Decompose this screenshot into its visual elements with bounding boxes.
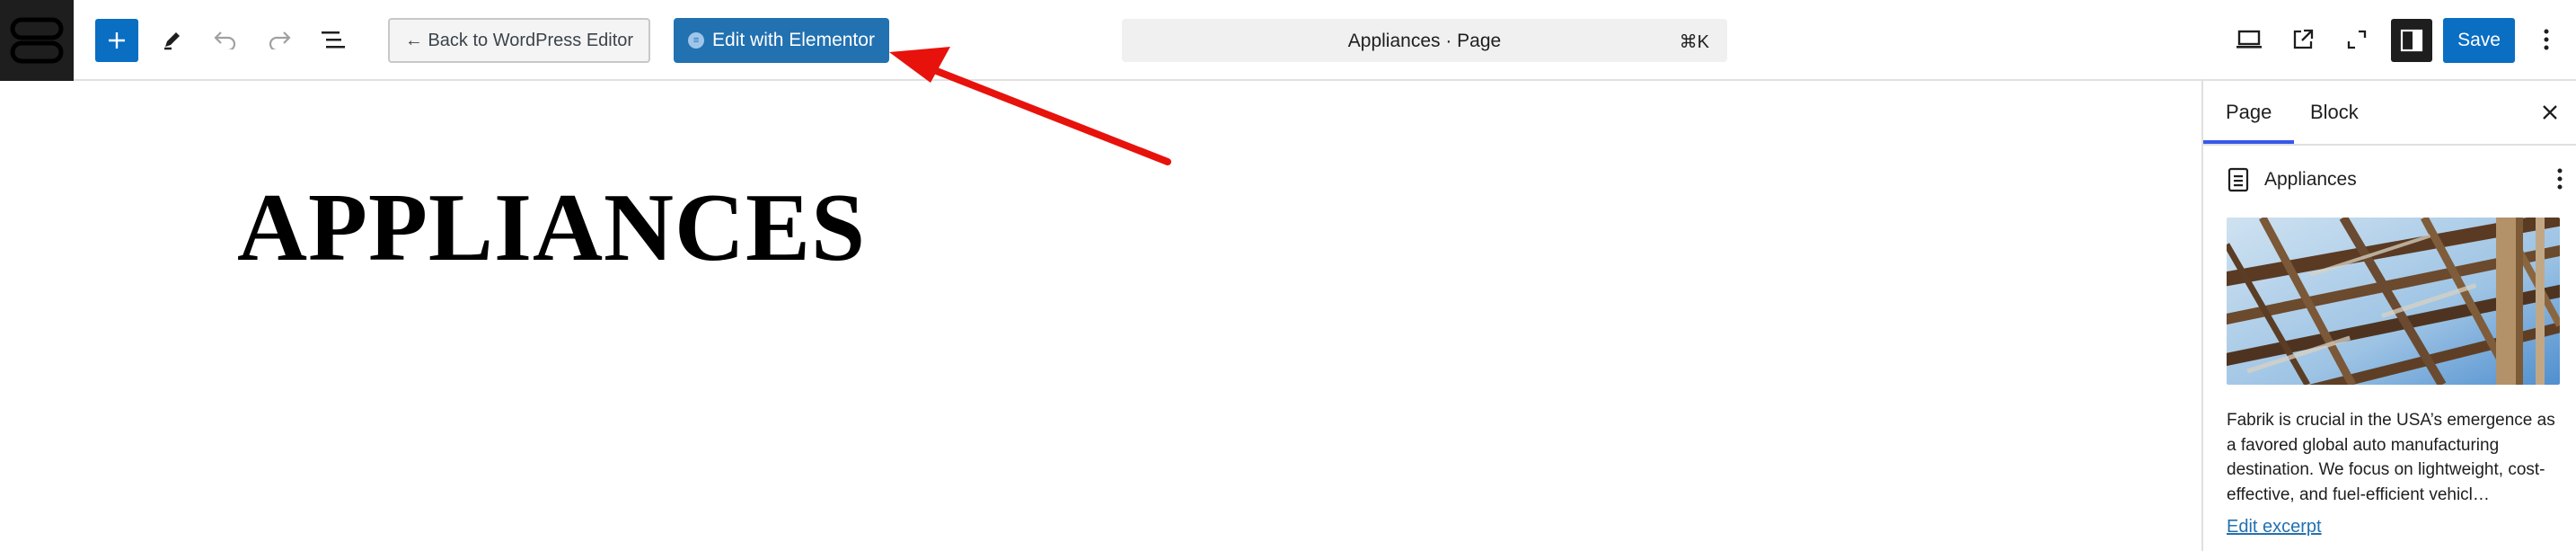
pencil-icon	[164, 32, 180, 50]
redo-button[interactable]	[259, 19, 300, 60]
editor-header: ← Back to WordPress Editor ≡ Edit with E…	[0, 0, 2576, 81]
undo-icon	[214, 31, 236, 49]
featured-image[interactable]	[2227, 218, 2560, 385]
document-options-button[interactable]	[2556, 167, 2563, 195]
redo-icon	[269, 31, 291, 49]
sidebar-toggle-icon	[2400, 29, 2423, 52]
save-button[interactable]: Save	[2443, 18, 2515, 63]
options-menu-button[interactable]	[2526, 19, 2567, 60]
device-preview-button[interactable]	[2228, 19, 2270, 60]
edit-with-elementor-button[interactable]: ≡ Edit with Elementor	[674, 18, 889, 63]
page-icon	[2228, 167, 2249, 192]
document-overview-button[interactable]	[313, 19, 354, 60]
add-block-button[interactable]	[95, 19, 138, 62]
page-title-heading[interactable]: APPLIANCES	[237, 180, 866, 277]
tabs-divider	[2203, 144, 2576, 146]
desktop-view-icon	[2236, 30, 2262, 49]
command-palette-bar[interactable]: Appliances · Page ⌘K	[1122, 19, 1727, 62]
edit-with-elementor-label: Edit with Elementor	[712, 30, 875, 50]
elementor-icon: ≡	[688, 32, 705, 49]
view-page-button[interactable]	[2282, 19, 2324, 60]
document-summary: Appliances	[2227, 167, 2357, 192]
document-overview-icon	[322, 31, 345, 49]
close-sidebar-button[interactable]	[2535, 97, 2565, 128]
site-logo-icon[interactable]	[0, 0, 74, 81]
tab-block[interactable]: Block	[2310, 81, 2359, 144]
fullscreen-icon	[2347, 30, 2367, 49]
more-vertical-icon	[2557, 168, 2563, 190]
more-vertical-icon	[2544, 29, 2549, 50]
external-link-icon	[2293, 29, 2314, 49]
document-title: Appliances · Page	[1347, 31, 1502, 51]
tools-button[interactable]	[152, 19, 193, 60]
fullscreen-button[interactable]	[2336, 19, 2378, 60]
plus-icon	[109, 32, 125, 49]
tab-block-label: Block	[2310, 101, 2359, 123]
edit-excerpt-link[interactable]: Edit excerpt	[2227, 517, 2322, 538]
settings-sidebar-toggle[interactable]	[2391, 19, 2432, 62]
tab-page-label: Page	[2226, 101, 2272, 123]
back-to-wordpress-editor-button[interactable]: ← Back to WordPress Editor	[388, 18, 650, 63]
tab-page[interactable]: Page	[2203, 81, 2295, 144]
post-excerpt: Fabrik is crucial in the USA’s emergence…	[2227, 411, 2555, 504]
document-title-label: Appliances	[2264, 169, 2357, 190]
command-shortcut: ⌘K	[1679, 32, 1709, 52]
settings-sidebar: Page Block Appliances Fabrik is crucial …	[2201, 81, 2576, 551]
close-icon	[2543, 105, 2557, 120]
undo-button[interactable]	[205, 19, 246, 60]
featured-image-steel-structure	[2227, 218, 2560, 385]
